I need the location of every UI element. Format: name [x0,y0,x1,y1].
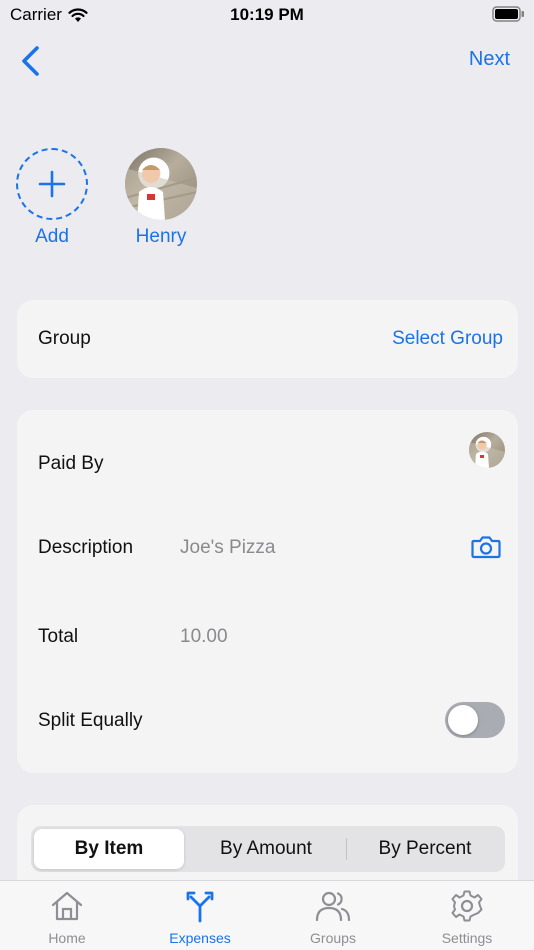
tab-home-label: Home [48,930,86,946]
avatar-photo-icon [469,440,505,468]
paid-by-label: Paid By [38,453,104,474]
people-icon [315,891,351,922]
split-equally-label: Split Equally [38,710,143,731]
participant-name: Henry [135,226,187,247]
toggle-knob [448,705,478,735]
camera-icon [471,536,501,559]
tab-settings-label: Settings [441,930,493,946]
split-arrow-icon [186,891,214,923]
add-label: Add [35,226,69,247]
tab-bar: Home Expenses Groups Settings [0,880,534,950]
status-time: 10:19 PM [230,5,304,24]
battery-icon [492,6,524,22]
paid-by-avatar[interactable] [469,432,505,468]
house-icon [51,891,83,921]
chevron-left-icon [22,46,39,76]
camera-button[interactable] [471,535,501,564]
group-label: Group [38,328,91,349]
tab-settings[interactable]: Settings [417,889,517,946]
avatar[interactable] [125,148,197,220]
tab-expenses[interactable]: Expenses [150,889,250,946]
plus-icon [38,170,66,198]
status-bar: Carrier 10:19 PM [0,0,534,30]
gear-icon [451,890,483,922]
description-input[interactable]: Joe's Pizza [180,537,276,559]
segment-by-percent[interactable]: By Percent [348,829,502,869]
segment-by-item[interactable]: By Item [34,829,184,869]
segment-by-amount[interactable]: By Amount [188,829,344,869]
split-mode-segmented-control: By Item By Amount By Percent [31,826,505,872]
avatar-photo-icon [125,165,197,220]
tab-home[interactable]: Home [17,889,117,946]
tab-expenses-label: Expenses [169,930,231,946]
description-label: Description [38,537,134,558]
select-group-button[interactable]: Select Group [392,328,503,350]
tab-groups[interactable]: Groups [283,889,383,946]
add-participant-button[interactable]: Add [16,148,88,248]
next-button[interactable]: Next [469,48,510,71]
back-button[interactable] [18,44,44,78]
segment-divider [346,838,347,860]
tab-groups-label: Groups [310,930,356,946]
expense-details-card: Paid By Description Joe's Pizza Total 10… [17,410,518,773]
split-equally-toggle[interactable] [445,702,505,738]
total-input[interactable]: 10.00 [180,626,228,648]
add-circle[interactable] [16,148,88,220]
total-label: Total [38,626,79,647]
participant-henry[interactable]: Henry [125,148,197,248]
group-card: Group Select Group [17,300,518,378]
